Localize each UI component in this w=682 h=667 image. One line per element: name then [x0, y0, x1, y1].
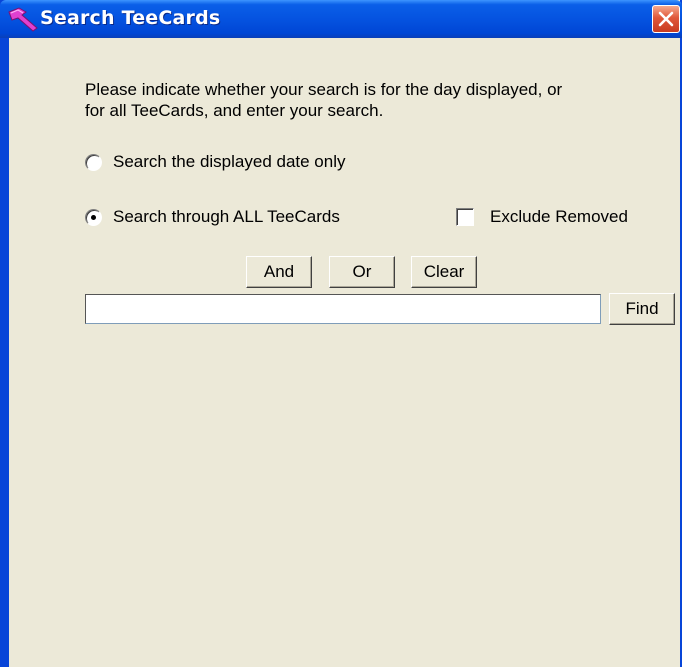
search-input[interactable] — [85, 294, 601, 324]
close-icon — [658, 11, 674, 27]
exclude-removed-option[interactable]: Exclude Removed — [456, 205, 628, 229]
radio-all-teecards-label: Search through ALL TeeCards — [113, 207, 340, 226]
find-button[interactable]: Find — [609, 293, 675, 325]
close-button[interactable] — [652, 5, 680, 33]
scope-all-teecards-option[interactable]: Search through ALL TeeCards — [85, 205, 340, 229]
radio-all-teecards[interactable] — [85, 208, 102, 226]
radio-displayed-date[interactable] — [85, 153, 102, 171]
scope-displayed-date-option[interactable]: Search the displayed date only — [85, 150, 346, 174]
radio-displayed-date-label: Search the displayed date only — [113, 152, 346, 171]
dialog-body: Please indicate whether your search is f… — [9, 38, 680, 667]
search-teecards-dialog: Search TeeCards Please indicate whether … — [0, 0, 682, 667]
title-bar[interactable]: Search TeeCards — [0, 0, 682, 38]
golf-tee-icon — [6, 6, 40, 32]
window-title: Search TeeCards — [40, 7, 221, 29]
exclude-removed-checkbox[interactable] — [456, 208, 474, 226]
and-button[interactable]: And — [246, 256, 312, 288]
instructions-text: Please indicate whether your search is f… — [85, 80, 563, 120]
clear-button[interactable]: Clear — [411, 256, 477, 288]
exclude-removed-label: Exclude Removed — [490, 207, 628, 226]
or-button[interactable]: Or — [329, 256, 395, 288]
